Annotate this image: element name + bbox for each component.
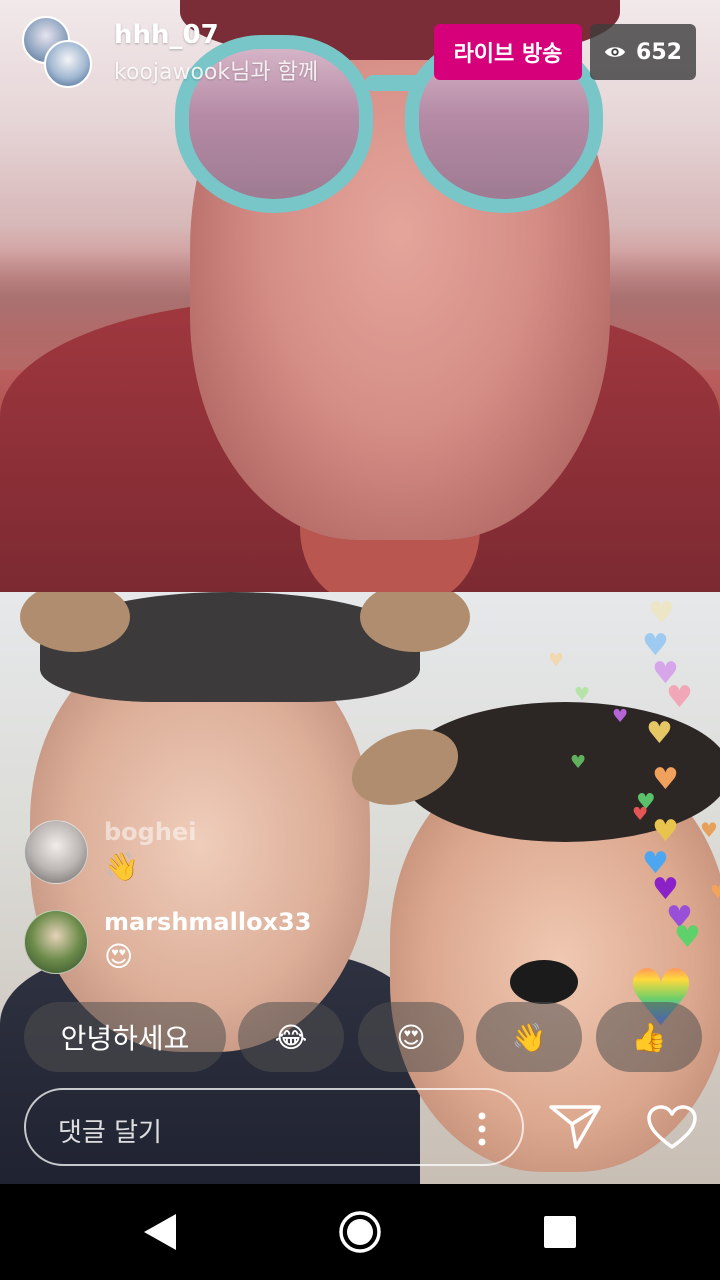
host-video-feed — [0, 0, 720, 592]
heart-icon: ♥ — [652, 762, 679, 797]
heart-icon: ♥ — [574, 684, 591, 705]
commenter-username[interactable]: boghei — [104, 818, 196, 846]
heart-icon: ♥ — [652, 814, 679, 849]
heart-icon: ♥ — [710, 882, 720, 903]
comment-placeholder: 댓글 달기 — [58, 1118, 162, 1148]
heart-icon: ♥ — [666, 680, 693, 715]
quick-reply-chip[interactable]: 👍 — [596, 1002, 702, 1072]
quick-reply-chip[interactable]: 😂 — [238, 1002, 344, 1072]
viewer-count-badge[interactable]: 652 — [590, 24, 696, 80]
comment-text: 👋 — [104, 850, 139, 883]
participant-avatars[interactable] — [22, 16, 94, 88]
commenter-avatar[interactable] — [24, 820, 88, 884]
guest-subtitle: koojawook님과 함께 — [114, 60, 319, 85]
system-nav-bar — [0, 1184, 720, 1280]
heart-icon: ♥ — [612, 706, 629, 727]
heart-icon: ♥ — [646, 716, 673, 751]
heart-icon: ♥ — [632, 804, 649, 825]
more-vertical-icon[interactable] — [478, 1112, 486, 1146]
live-badge: 라이브 방송 — [434, 24, 582, 80]
commenter-avatar[interactable] — [24, 910, 88, 974]
quick-reply-chip[interactable]: 안녕하세요 — [24, 1002, 226, 1072]
send-icon[interactable] — [548, 1102, 602, 1150]
comment-input[interactable]: 댓글 달기 — [24, 1088, 524, 1166]
home-circle-icon[interactable] — [338, 1210, 382, 1254]
quick-reply-row: 안녕하세요 😂 😍 👋 👍 — [24, 1002, 720, 1072]
heart-icon: ♥ — [648, 596, 675, 631]
comment-text: 😍 — [104, 940, 134, 973]
heart-icon: ♥ — [548, 650, 565, 671]
guest-avatar[interactable] — [44, 40, 92, 88]
quick-reply-chip[interactable]: 😍 — [358, 1002, 464, 1072]
recent-square-icon[interactable] — [544, 1216, 576, 1248]
commenter-username[interactable]: marshmallox33 — [104, 908, 311, 936]
quick-reply-chip[interactable]: 👋 — [476, 1002, 582, 1072]
heart-icon: ♥ — [700, 818, 718, 842]
heart-outline-icon[interactable] — [646, 1104, 698, 1150]
heart-icon: ♥ — [674, 920, 701, 955]
dog-nose-filter — [510, 960, 578, 1004]
viewer-count: 652 — [636, 39, 682, 65]
back-triangle-icon[interactable] — [140, 1210, 180, 1254]
host-username[interactable]: hhh_07 — [114, 20, 219, 50]
eye-icon — [604, 47, 626, 57]
heart-icon: ♥ — [570, 752, 587, 773]
